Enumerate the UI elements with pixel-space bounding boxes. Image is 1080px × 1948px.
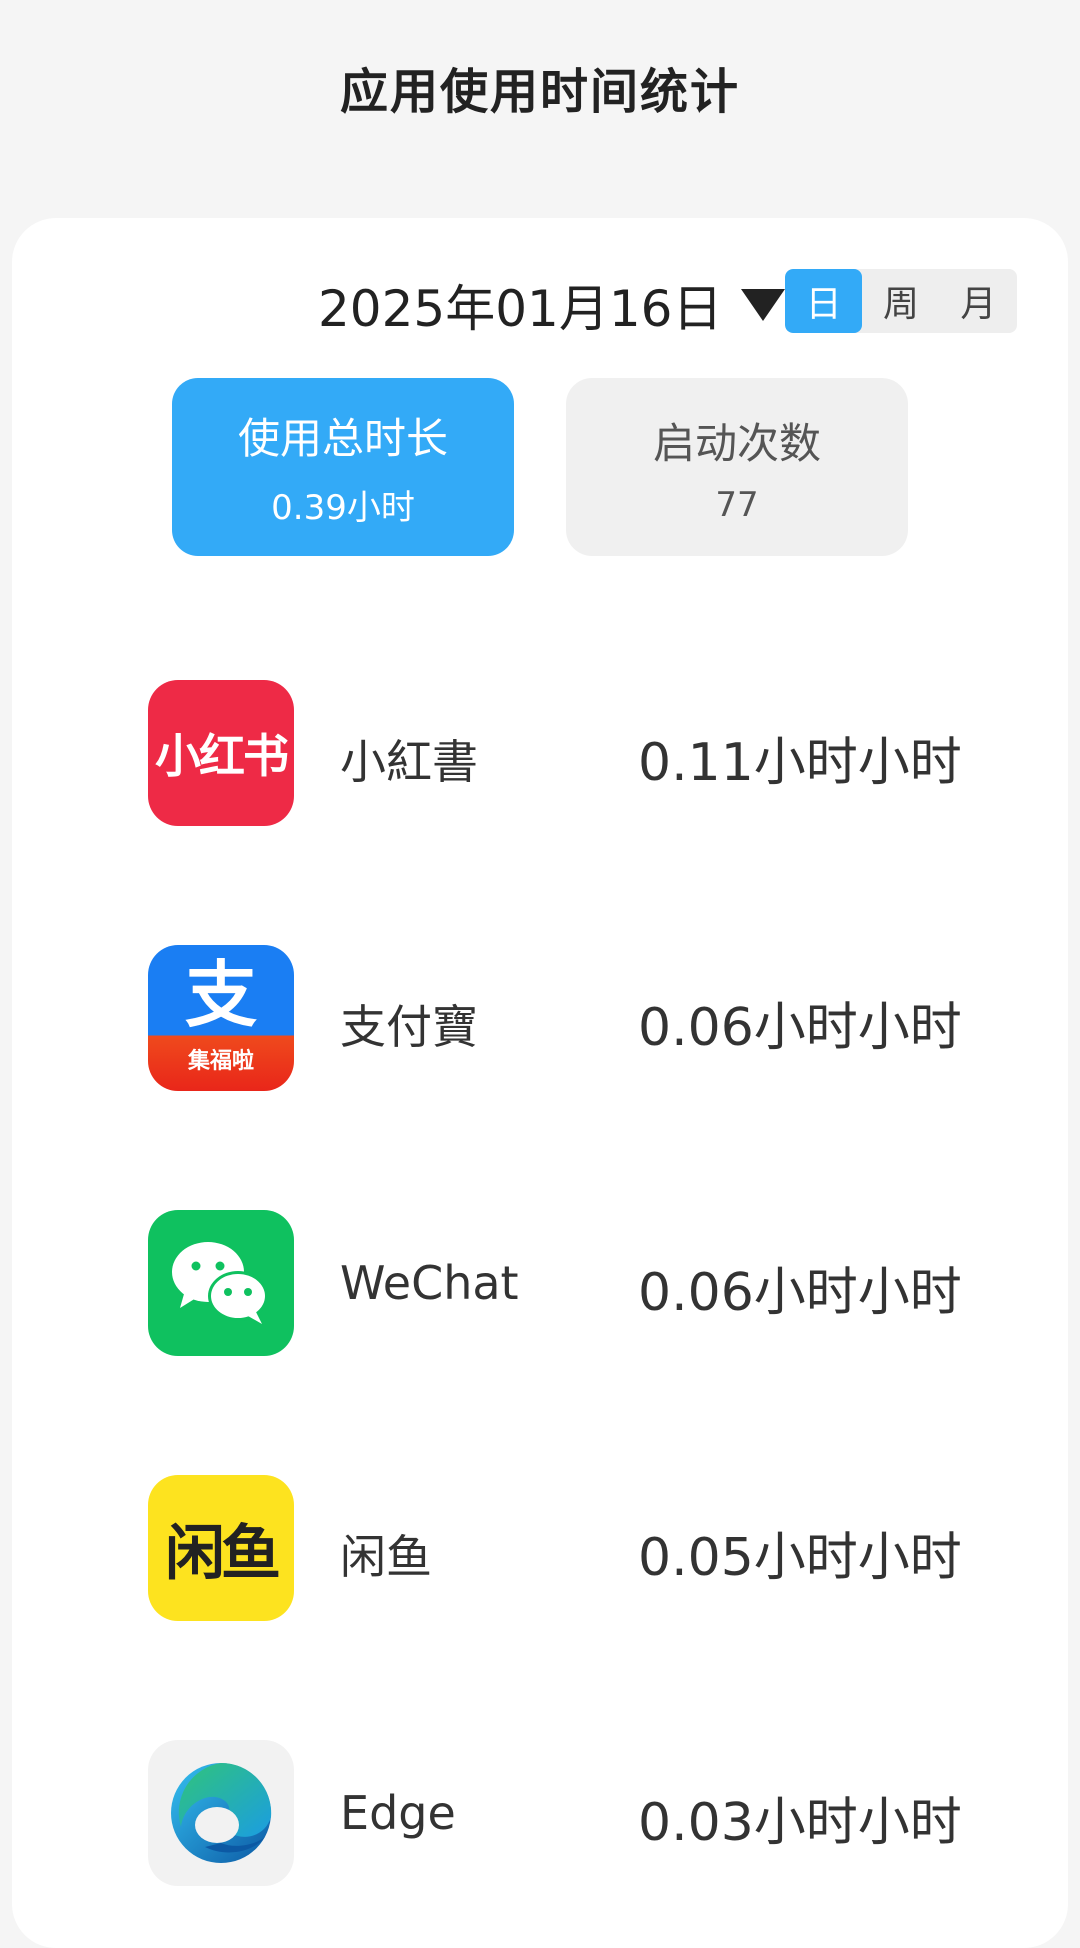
total-usage-label: 使用总时长: [237, 414, 448, 463]
app-name: 小紅書: [340, 735, 478, 789]
list-item[interactable]: Edge 0.03小时小时: [0, 1740, 1080, 1886]
app-time: 0.11小时小时: [638, 733, 962, 793]
xianyu-icon: 闲鱼: [148, 1475, 294, 1621]
wechat-icon: [148, 1210, 294, 1356]
total-usage-card[interactable]: 使用总时长 0.39小时: [172, 378, 514, 556]
app-time: 0.06小时小时: [638, 1263, 962, 1323]
wechat-bubbles-icon: [172, 1242, 268, 1324]
alipay-icon-glyph: 支: [184, 953, 257, 1037]
list-item[interactable]: 小红书 小紅書 0.11小时小时: [0, 680, 1080, 826]
xianyu-icon-text: 闲鱼: [165, 1518, 281, 1589]
launch-count-label: 启动次数: [652, 418, 821, 468]
xiaohongshu-icon-text: 小红书: [155, 729, 289, 783]
period-segmented-control: 日 周 月: [785, 269, 1017, 333]
caret-down-icon[interactable]: [740, 289, 785, 321]
app-time: 0.05小时小时: [638, 1528, 962, 1588]
date-picker[interactable]: 2025年01月16日: [318, 270, 785, 340]
edge-logo-icon: [171, 1762, 272, 1863]
date-text: 2025年01月16日: [318, 280, 723, 338]
alipay-icon-subtext: 集福啦: [187, 1049, 254, 1074]
tab-month[interactable]: 月: [940, 269, 1017, 333]
edge-icon: [148, 1740, 294, 1886]
list-item[interactable]: WeChat 0.06小时小时: [0, 1210, 1080, 1356]
launch-count-value: 77: [715, 484, 759, 525]
app-name: Edge: [340, 1786, 456, 1840]
app-time: 0.06小时小时: [638, 998, 962, 1058]
list-item[interactable]: 支 集福啦 支付寶 0.06小时小时: [0, 945, 1080, 1091]
alipay-icon: 支 集福啦: [148, 945, 294, 1091]
list-item[interactable]: 闲鱼 闲鱼 0.05小时小时: [0, 1475, 1080, 1621]
tab-week[interactable]: 周: [862, 269, 939, 333]
launch-count-card[interactable]: 启动次数 77: [566, 378, 908, 556]
app-name: WeChat: [340, 1256, 519, 1310]
app-time: 0.03小时小时: [638, 1793, 962, 1853]
xiaohongshu-icon: 小红书: [148, 680, 294, 826]
app-name: 闲鱼: [340, 1530, 432, 1584]
total-usage-value: 0.39小时: [271, 488, 415, 528]
tab-day[interactable]: 日: [785, 269, 863, 333]
app-name: 支付寶: [340, 1000, 478, 1054]
page-title: 应用使用时间统计: [339, 64, 740, 120]
